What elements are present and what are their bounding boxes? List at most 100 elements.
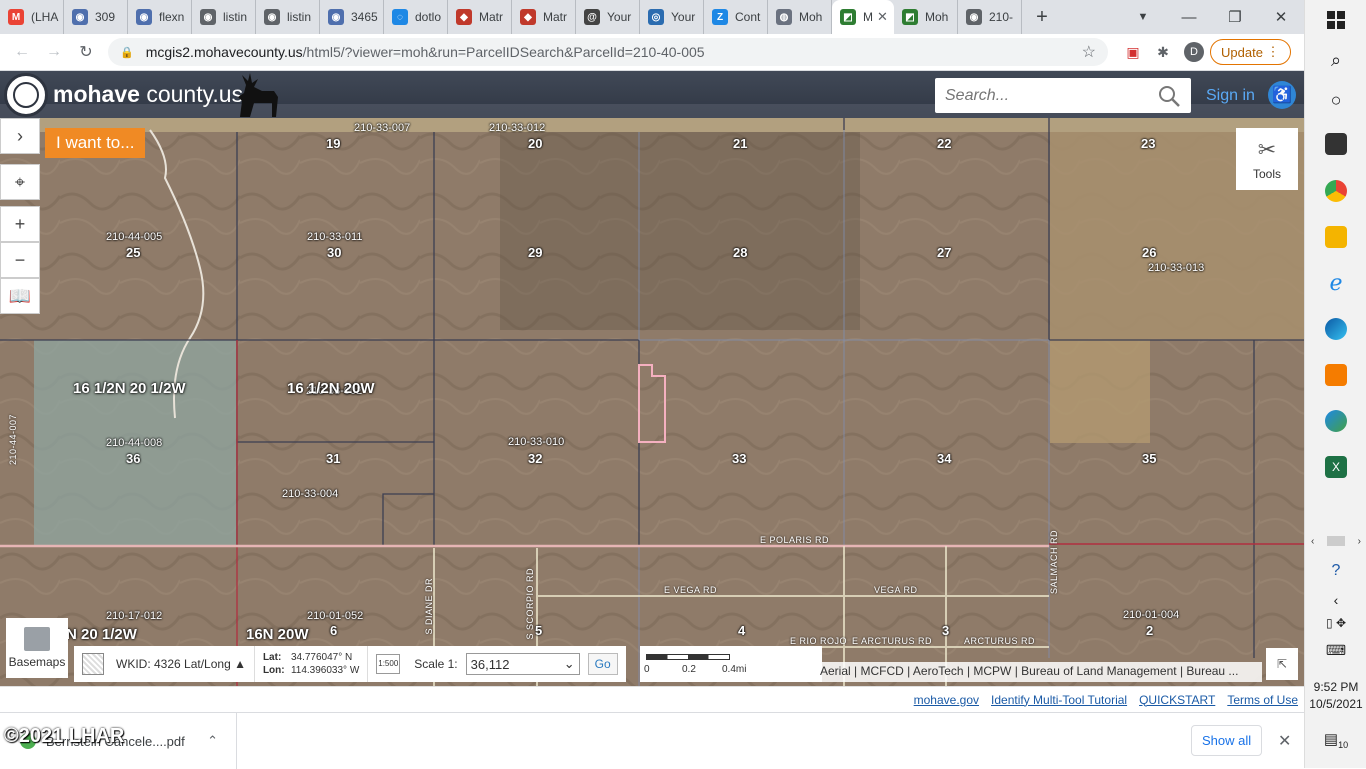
browser-tab-1[interactable]: ◉ 309 <box>64 0 128 34</box>
tray-apps-icons[interactable]: ▯ ✥ <box>1305 616 1366 630</box>
edge-icon[interactable] <box>1305 306 1366 352</box>
scroll-thumb[interactable] <box>1327 536 1345 546</box>
browser-tab-15[interactable]: ◉ 210- <box>958 0 1022 34</box>
map-viewport[interactable]: 19 20 21 22 23 25 30 29 28 27 26 36 31 32 33 34 35 6 5 4 3 2 2… <box>0 118 1304 686</box>
parcel-apn-label: 210-44-005 <box>106 231 163 243</box>
browser-tab-9[interactable]: @ Your <box>576 0 640 34</box>
maximize-icon[interactable]: ❐ <box>1212 8 1258 26</box>
road-label: SALMACH RD <box>1049 530 1059 595</box>
extensions-puzzle-icon[interactable]: ✱ <box>1148 44 1178 61</box>
tab-favicon-icon: ◉ <box>72 9 88 25</box>
browser-tab-3[interactable]: ◉ listin <box>192 0 256 34</box>
browser-tab-11[interactable]: Z Cont <box>704 0 768 34</box>
show-all-downloads-button[interactable]: Show all <box>1191 725 1263 756</box>
basemaps-button[interactable]: Basemaps <box>6 618 68 678</box>
chrome-icon[interactable] <box>1305 168 1366 214</box>
bookmark-star-icon[interactable]: ☆ <box>1082 42 1096 62</box>
reload-icon[interactable]: ↻ <box>70 42 102 62</box>
pdf-extension-icon[interactable]: ▣ <box>1118 44 1148 61</box>
minimize-icon[interactable]: — <box>1166 9 1212 26</box>
section-number: 29 <box>528 245 543 260</box>
search-icon[interactable] <box>1157 84 1181 108</box>
close-shelf-icon[interactable]: ✕ <box>1278 731 1291 751</box>
url-path: /html5/?viewer=moh&run=ParcelIDSearch&Pa… <box>302 44 705 60</box>
scroll-right-icon[interactable]: › <box>1358 536 1361 547</box>
keyboard-icon[interactable]: ⌨ <box>1305 642 1366 659</box>
taskbar-scroll[interactable]: ‹ › <box>1305 533 1366 549</box>
map-attribution: Aerial | MCFCD | AeroTech | MCPW | Burea… <box>812 662 1262 682</box>
scroll-left-icon[interactable]: ‹ <box>1311 536 1314 547</box>
bookmarks-button[interactable]: 📖 <box>0 278 40 314</box>
tab-favicon-icon: ◆ <box>520 9 536 25</box>
accessibility-icon[interactable]: ♿ <box>1268 81 1296 109</box>
scale-label: Scale 1: <box>414 657 458 671</box>
scale-select[interactable]: 36,112 ⌄ <box>465 653 580 675</box>
edge-canary-icon[interactable] <box>1305 398 1366 444</box>
footer-link-quickstart[interactable]: QUICKSTART <box>1139 693 1215 707</box>
forward-icon[interactable]: → <box>38 43 70 61</box>
new-tab-button[interactable]: + <box>1022 0 1062 34</box>
store-icon[interactable] <box>1305 120 1366 168</box>
browser-tab-12[interactable]: ◍ Moh <box>768 0 832 34</box>
scale-ruler-icon[interactable]: 1:500 <box>376 654 401 674</box>
update-button[interactable]: Update ⋮ <box>1210 39 1291 65</box>
browser-tab-4[interactable]: ◉ listin <box>256 0 320 34</box>
wkid-selector[interactable]: WKID: 4326 Lat/Long ▲ <box>74 646 255 682</box>
expand-panel-button[interactable]: › <box>0 118 40 154</box>
browser-tab-14[interactable]: ◩ Moh <box>894 0 958 34</box>
township-label: 16 1/2N 20W <box>287 380 375 397</box>
browser-tab-8[interactable]: ◆ Matr <box>512 0 576 34</box>
browser-tab-6[interactable]: ◌ dotlo <box>384 0 448 34</box>
map-canvas[interactable] <box>0 118 1304 686</box>
clock-date[interactable]: 10/5/2021 <box>1305 697 1366 711</box>
tab-label: 3465 <box>351 10 378 24</box>
excel-icon[interactable]: X <box>1305 444 1366 490</box>
zoom-in-button[interactable]: + <box>0 206 40 242</box>
profile-avatar[interactable]: D <box>1184 42 1204 62</box>
go-button[interactable]: Go <box>587 653 618 675</box>
footer-link-mohave-gov[interactable]: mohave.gov <box>914 693 979 707</box>
search-taskbar-icon[interactable]: ⌕ <box>1305 40 1366 80</box>
tab-close-icon[interactable]: ✕ <box>877 9 888 25</box>
cortana-icon[interactable]: ○ <box>1305 80 1366 120</box>
close-window-icon[interactable]: ✕ <box>1258 8 1304 26</box>
i-want-to-button[interactable]: I want to... <box>45 128 146 158</box>
back-icon[interactable]: ← <box>6 43 38 61</box>
windows-taskbar: ⌕ ○ ℯ X ‹ › ? ‹ ▯ ✥ ⌨ 9:52 PM 10/5/2021 ▤… <box>1304 0 1366 768</box>
browser-tab-5[interactable]: ◉ 3465 <box>320 0 384 34</box>
internet-explorer-icon[interactable]: ℯ <box>1305 260 1366 306</box>
notification-count: 10 <box>1338 740 1349 750</box>
media-player-icon[interactable] <box>1305 352 1366 398</box>
map-search-input[interactable] <box>945 86 1157 105</box>
zoom-out-button[interactable]: − <box>0 242 40 278</box>
browser-tab-2[interactable]: ◉ flexn <box>128 0 192 34</box>
footer-link-tutorial[interactable]: Identify Multi-Tool Tutorial <box>991 693 1127 707</box>
tab-favicon-icon: ◩ <box>902 9 918 25</box>
file-explorer-icon[interactable] <box>1305 214 1366 260</box>
county-brand[interactable]: mohave county.us <box>53 81 243 108</box>
window-controls: ▼ — ❐ ✕ <box>1120 0 1304 34</box>
tray-expand-icon[interactable]: ‹ <box>1305 592 1366 608</box>
browser-tab-13[interactable]: ◩ M ✕ <box>832 0 894 34</box>
locate-button[interactable]: ⌖ <box>0 164 40 200</box>
tab-search-icon[interactable]: ▼ <box>1120 11 1166 23</box>
tools-button[interactable]: ✂ Tools <box>1236 128 1298 190</box>
sign-in-link[interactable]: Sign in <box>1206 87 1255 105</box>
clock-time[interactable]: 9:52 PM <box>1305 680 1366 694</box>
parcel-apn-label: 210-33-013 <box>1148 262 1205 274</box>
help-icon[interactable]: ? <box>1305 562 1366 580</box>
browser-tab-7[interactable]: ◆ Matr <box>448 0 512 34</box>
parcel-apn-label: 210-44-008 <box>106 437 163 449</box>
map-search-box[interactable] <box>935 78 1191 113</box>
lock-icon[interactable]: 🔒 <box>120 46 134 59</box>
browser-tab-10[interactable]: ◎ Your <box>640 0 704 34</box>
browser-tab-0[interactable]: M (LHA <box>0 0 64 34</box>
brand-rest: county.us <box>139 81 244 107</box>
chevron-up-icon[interactable]: ⌃ <box>207 733 218 749</box>
footer-link-terms[interactable]: Terms of Use <box>1227 693 1298 707</box>
windows-start-icon[interactable] <box>1305 0 1366 40</box>
address-bar[interactable]: 🔒 mcgis2.mohavecounty.us /html5/?viewer=… <box>108 38 1108 66</box>
url-host: mcgis2.mohavecounty.us <box>145 44 303 60</box>
collapse-overview-button[interactable]: ⇱ <box>1266 648 1298 680</box>
notification-center-icon[interactable]: ▤10 <box>1305 730 1366 750</box>
